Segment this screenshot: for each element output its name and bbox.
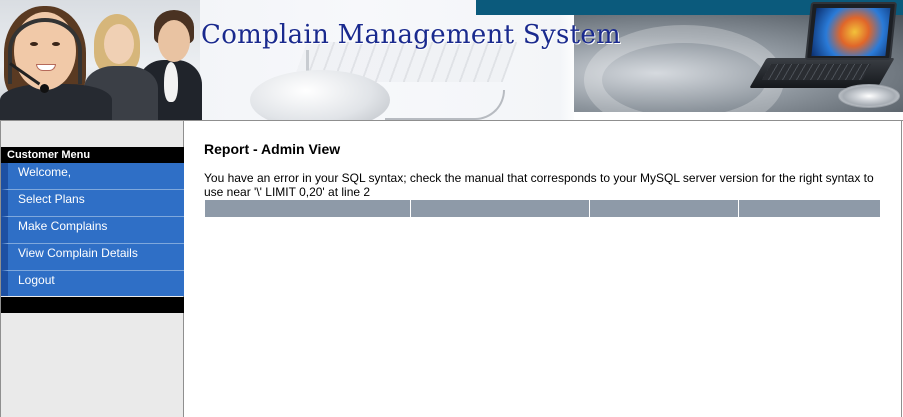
header-banner: Complain Management System [0,0,903,121]
table-header-cell [739,200,880,217]
sidebar-heading: Customer Menu [1,147,184,163]
sidebar-footer-bar [1,297,184,313]
support-staff-image [0,0,202,121]
sidebar-item-view-complain-details[interactable]: View Complain Details [1,244,184,271]
headset-icon [8,18,82,84]
divider [901,121,902,417]
report-table-header [205,200,880,217]
sidebar-item-select-plans[interactable]: Select Plans [1,190,184,217]
table-header-cell [411,200,590,217]
laptop-screen [804,2,898,60]
main-content: Report - Admin View You have an error in… [204,140,894,199]
sidebar-item-make-complains[interactable]: Make Complains [1,217,184,244]
page-title: Report - Admin View [204,141,341,157]
mouse-keyboard-image [210,40,518,121]
table-header-cell [205,200,411,217]
error-message: You have an error in your SQL syntax; ch… [204,171,874,199]
sidebar-menu: Welcome, Select Plans Make Complains Vie… [1,163,184,296]
sidebar-item-logout[interactable]: Logout [1,271,184,296]
table-header-cell [590,200,739,217]
sidebar-item-welcome[interactable]: Welcome, [1,163,184,190]
cd-disc-icon [838,84,900,108]
site-title: Complain Management System [201,20,622,50]
